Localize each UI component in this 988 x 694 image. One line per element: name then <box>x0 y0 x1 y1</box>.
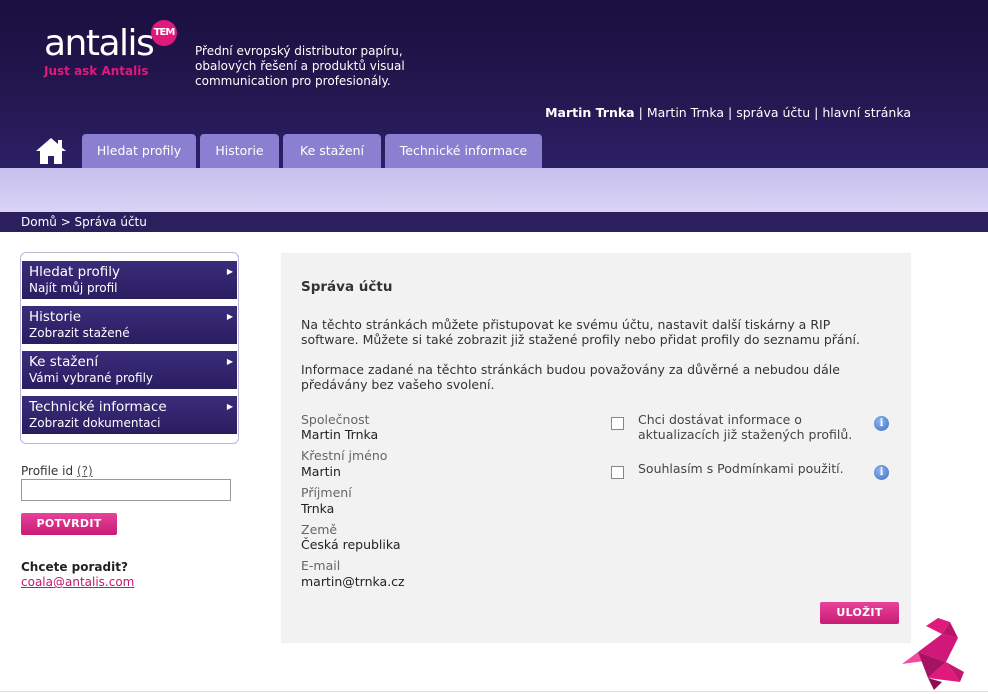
profile-id-help-link[interactable]: (?) <box>77 464 93 478</box>
user-bar: Martin Trnka | Martin Trnka | správa účtu | hl… <box>545 105 911 120</box>
info-icon[interactable]: i <box>874 465 889 480</box>
sidebar-item-subtitle: Zobrazit dokumentaci <box>29 416 161 430</box>
sidebar-item-ke-stazeni[interactable]: Ke stažení Vámi vybrané profily ▶ <box>22 351 237 389</box>
terms-checkbox-label: Souhlasím s Podmínkami použití. <box>638 461 844 476</box>
home-icon[interactable] <box>34 136 68 166</box>
first-name-value: Martin <box>301 464 341 479</box>
arrow-right-icon: ▶ <box>226 267 233 276</box>
help-email-link[interactable]: coala@antalis.com <box>21 575 134 589</box>
last-name-value: Trnka <box>301 501 335 516</box>
sidebar-item-hledat-profily[interactable]: Hledat profily Najít můj profil ▶ <box>22 261 237 299</box>
intro-text: Na těchto stránkách můžete přistupovat k… <box>301 317 860 347</box>
help-title: Chcete poradit? <box>21 560 128 574</box>
sidebar-item-title: Ke stažení <box>29 354 99 370</box>
company-label: Společnost <box>301 412 370 427</box>
antalis-logo[interactable]: antalis TEM Just ask Antalis <box>44 20 177 78</box>
sidebar-menu: Hledat profily Najít můj profil ▶ Histor… <box>20 252 239 444</box>
header-tagline: Přední evropský distributor papíru, obal… <box>195 44 405 88</box>
user-name-bold: Martin Trnka <box>545 105 635 120</box>
account-link[interactable]: správa účtu <box>736 105 810 120</box>
sidebar-item-historie[interactable]: Historie Zobrazit stažené ▶ <box>22 306 237 344</box>
footer-divider <box>0 691 988 692</box>
terms-checkbox[interactable] <box>611 466 624 479</box>
save-button[interactable]: ULOŽIT <box>820 602 899 624</box>
sidebar-item-title: Hledat profily <box>29 264 120 280</box>
arrow-right-icon: ▶ <box>226 402 233 411</box>
sub-navigation-bar <box>0 168 988 212</box>
sidebar-item-title: Technické informace <box>29 399 167 415</box>
sidebar-item-title: Historie <box>29 309 82 325</box>
tab-historie[interactable]: Historie <box>200 134 279 168</box>
tab-technicke-informace[interactable]: Technické informace <box>385 134 542 168</box>
page-title: Správa účtu <box>301 279 393 295</box>
info-icon[interactable]: i <box>874 416 889 431</box>
logo-tm-badge: TEM <box>151 20 177 46</box>
updates-checkbox[interactable] <box>611 417 624 430</box>
tab-hledat-profily[interactable]: Hledat profily <box>82 134 196 168</box>
sidebar-item-subtitle: Zobrazit stažené <box>29 326 130 340</box>
company-value: Martin Trnka <box>301 427 379 442</box>
updates-checkbox-label: Chci dostávat informace o aktualizacích … <box>638 412 853 442</box>
logo-tagline: Just ask Antalis <box>44 64 149 78</box>
email-value: martin@trnka.cz <box>301 574 405 589</box>
user-name-link[interactable]: Martin Trnka <box>647 105 724 120</box>
sidebar-item-subtitle: Najít můj profil <box>29 281 118 295</box>
arrow-right-icon: ▶ <box>226 312 233 321</box>
logo-wordmark: antalis <box>44 23 155 64</box>
profile-id-label: Profile id (?) <box>21 464 93 478</box>
arrow-right-icon: ▶ <box>226 357 233 366</box>
country-label: Země <box>301 522 338 537</box>
country-value: Česká republika <box>301 537 401 552</box>
email-label: E-mail <box>301 558 341 573</box>
profile-id-input[interactable] <box>21 479 231 501</box>
tab-ke-stazeni[interactable]: Ke stažení <box>283 134 381 168</box>
last-name-label: Příjmení <box>301 485 352 500</box>
privacy-text: Informace zadané na těchto stránkách bud… <box>301 362 840 392</box>
origami-bird-icon <box>902 618 964 690</box>
account-panel: Správa účtu Na těchto stránkách můžete p… <box>281 253 911 643</box>
sidebar-item-technicke-informace[interactable]: Technické informace Zobrazit dokumentaci… <box>22 396 237 434</box>
first-name-label: Křestní jméno <box>301 448 388 463</box>
home-link[interactable]: hlavní stránka <box>822 105 911 120</box>
sidebar-item-subtitle: Vámi vybrané profily <box>29 371 154 385</box>
confirm-button[interactable]: POTVRDIT <box>21 513 117 535</box>
breadcrumb: Domů > Správa účtu <box>0 212 988 232</box>
